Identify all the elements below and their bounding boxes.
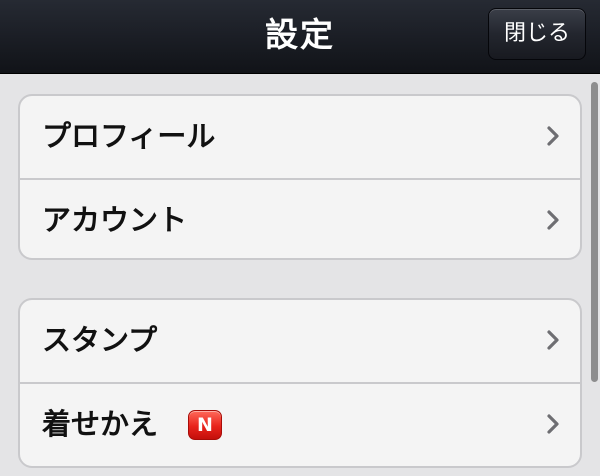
settings-item-account[interactable]: アカウント bbox=[20, 178, 580, 258]
settings-group-customize: スタンプ 着せかえ N bbox=[18, 298, 582, 468]
close-button[interactable]: 閉じる bbox=[488, 8, 586, 60]
settings-item-label: プロフィール bbox=[42, 119, 216, 153]
settings-item-profile[interactable]: プロフィール bbox=[20, 96, 580, 178]
chevron-right-icon bbox=[547, 414, 559, 434]
chevron-right-icon bbox=[547, 210, 559, 230]
chevron-right-icon bbox=[547, 126, 559, 146]
navigation-bar: 設定 閉じる bbox=[0, 0, 600, 74]
settings-item-label: 着せかえ bbox=[42, 407, 159, 441]
scrollbar[interactable] bbox=[591, 82, 598, 382]
settings-item-themes[interactable]: 着せかえ N bbox=[20, 382, 580, 464]
new-badge: N bbox=[188, 410, 222, 440]
settings-group-account: プロフィール アカウント bbox=[18, 94, 582, 260]
settings-item-label: アカウント bbox=[42, 203, 188, 237]
settings-item-label: スタンプ bbox=[42, 323, 158, 357]
chevron-right-icon bbox=[547, 330, 559, 350]
settings-screen: 設定 閉じる プロフィール アカウント スタンプ 着せかえ N bbox=[0, 0, 600, 476]
settings-item-stickers[interactable]: スタンプ bbox=[20, 300, 580, 382]
